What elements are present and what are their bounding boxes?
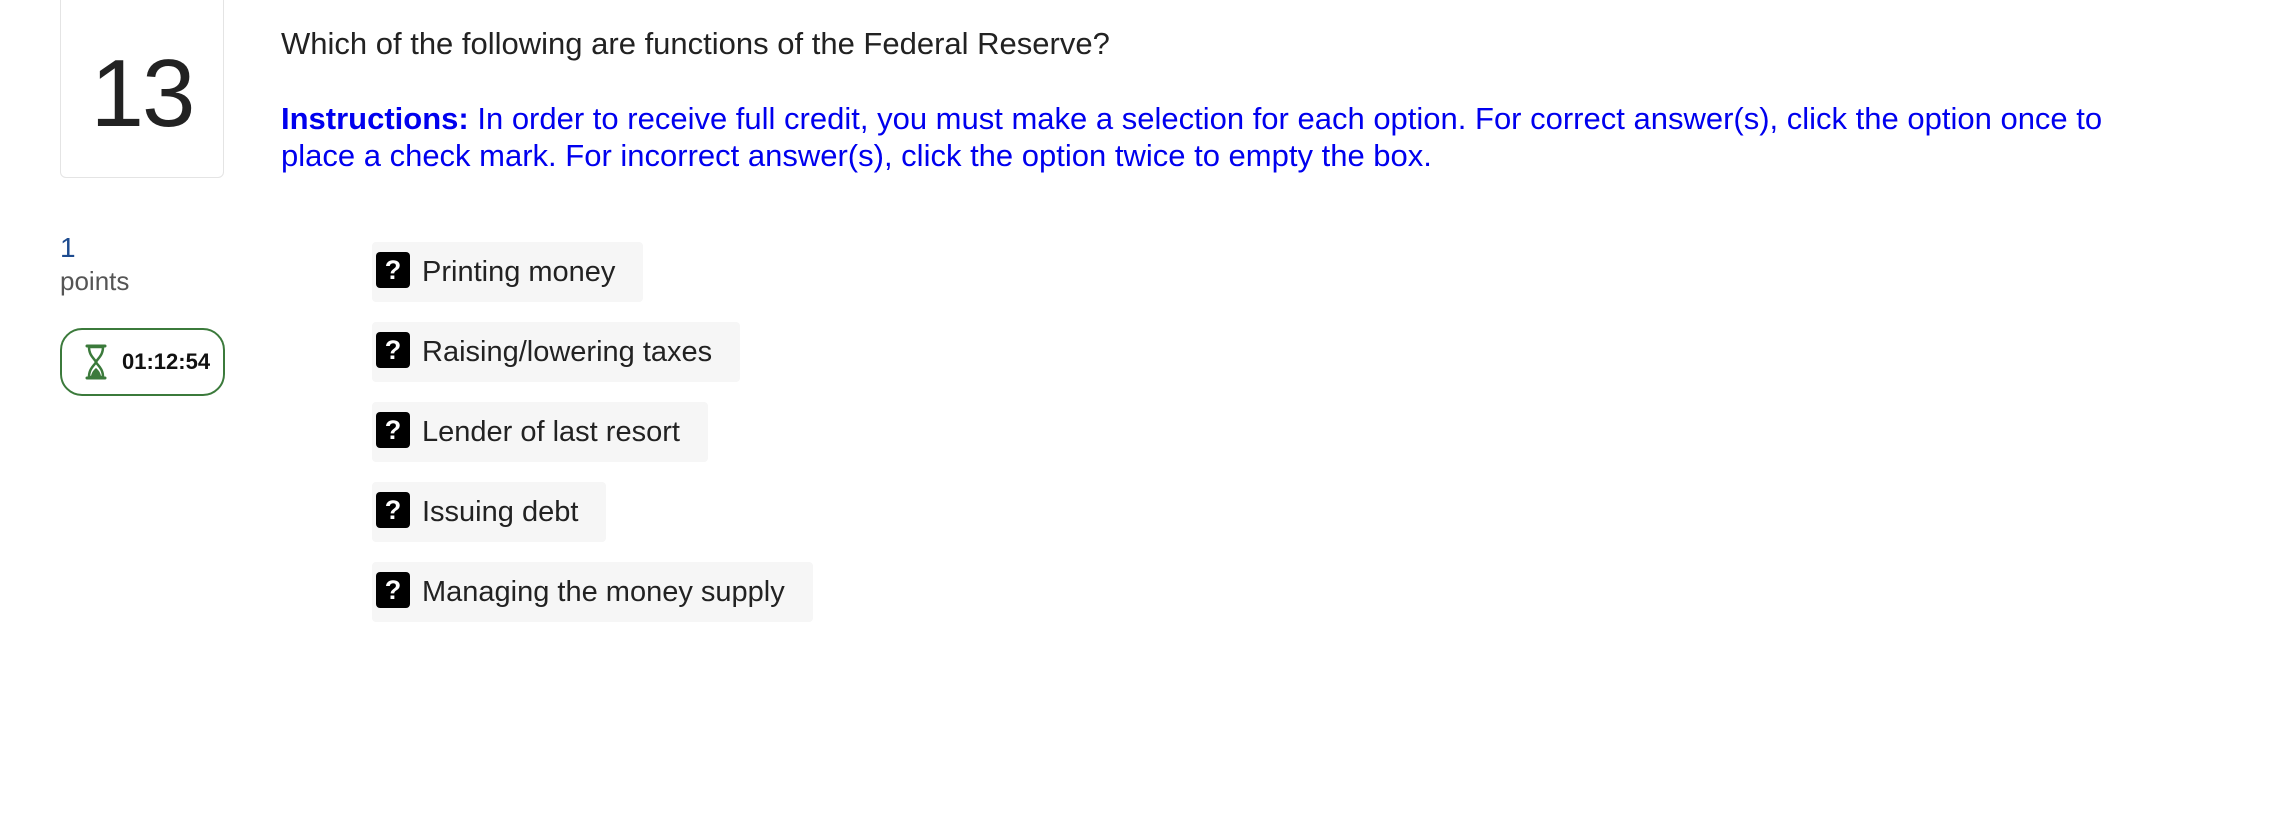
option-raising-lowering-taxes[interactable]: ? Raising/lowering taxes bbox=[372, 322, 741, 382]
unanswered-checkbox-icon[interactable]: ? bbox=[376, 252, 410, 288]
points-value: 1 bbox=[60, 232, 76, 263]
option-label: Printing money bbox=[422, 255, 616, 288]
points-label: points bbox=[60, 266, 130, 296]
instructions: Instructions: In order to receive full c… bbox=[281, 100, 2181, 174]
unanswered-checkbox-icon[interactable]: ? bbox=[376, 572, 410, 608]
question-number-box: 13 bbox=[60, 0, 224, 178]
unanswered-checkbox-icon[interactable]: ? bbox=[376, 412, 410, 448]
question-text: Which of the following are functions of … bbox=[281, 26, 1110, 61]
option-printing-money[interactable]: ? Printing money bbox=[372, 242, 644, 302]
option-managing-money-supply[interactable]: ? Managing the money supply bbox=[372, 562, 813, 622]
quiz-page: 13 1 points 01:12:54 Which of the follow… bbox=[0, 0, 2284, 830]
option-label: Managing the money supply bbox=[422, 575, 785, 608]
question-number: 13 bbox=[90, 40, 196, 147]
timer-badge[interactable]: 01:12:54 bbox=[60, 328, 225, 396]
option-lender-of-last-resort[interactable]: ? Lender of last resort bbox=[372, 402, 708, 462]
instructions-text: In order to receive full credit, you mus… bbox=[281, 101, 2103, 173]
unanswered-checkbox-icon[interactable]: ? bbox=[376, 492, 410, 528]
timer-time: 01:12:54 bbox=[122, 349, 211, 374]
answer-options: ? Printing money ? Raising/lowering taxe… bbox=[372, 242, 813, 622]
instructions-label: Instructions: bbox=[281, 101, 469, 136]
option-label: Lender of last resort bbox=[422, 415, 680, 448]
option-label: Raising/lowering taxes bbox=[422, 335, 713, 368]
hourglass-icon bbox=[84, 344, 108, 380]
unanswered-checkbox-icon[interactable]: ? bbox=[376, 332, 410, 368]
option-label: Issuing debt bbox=[422, 495, 579, 528]
option-issuing-debt[interactable]: ? Issuing debt bbox=[372, 482, 607, 542]
